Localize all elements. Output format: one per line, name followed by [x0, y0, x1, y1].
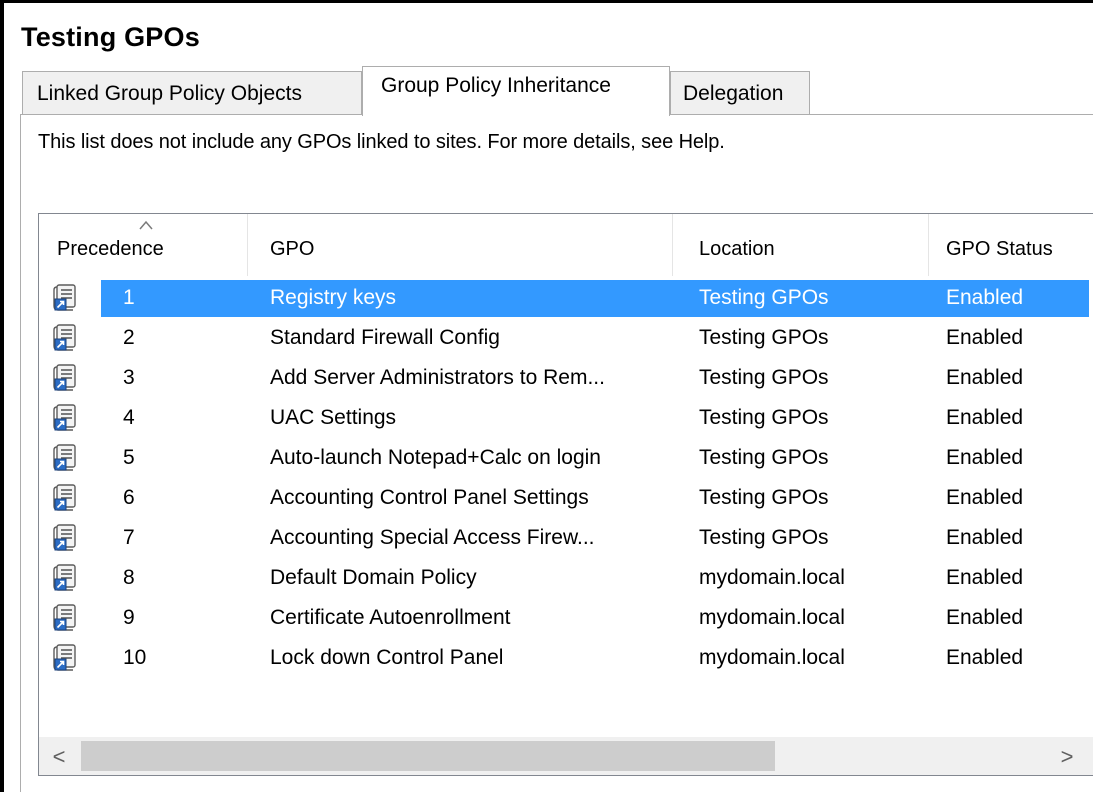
cell-precedence: 1: [123, 286, 135, 309]
column-label: GPO Status: [946, 238, 1053, 260]
cell-gpo-status: Enabled: [946, 646, 1024, 669]
cell-precedence: 10: [123, 646, 147, 669]
cell-precedence: 8: [123, 566, 135, 589]
tab-label: Linked Group Policy Objects: [37, 82, 302, 105]
table-row[interactable]: 10 Lock down Control Panel mydomain.local E…: [39, 638, 1087, 678]
cell-location: mydomain.local: [699, 606, 845, 629]
cell-gpo: Standard Firewall Config: [270, 326, 500, 349]
tab-delegation[interactable]: Delegation: [670, 71, 810, 114]
table-row[interactable]: 1 Registry keys Testing GPOs Enabled: [39, 278, 1089, 318]
cell-location: Testing GPOs: [699, 406, 829, 429]
cell-location: Testing GPOs: [699, 486, 829, 509]
cell-gpo: UAC Settings: [270, 406, 397, 429]
column-header-location[interactable]: Location: [672, 214, 928, 276]
cell-gpo: Default Domain Policy: [270, 566, 477, 589]
tab-panel-left-border: [20, 114, 21, 792]
gpo-scroll-icon: [53, 484, 79, 512]
cell-location: Testing GPOs: [699, 446, 829, 469]
gpo-scroll-icon: [53, 524, 79, 552]
cell-gpo: Accounting Special Access Firew...: [270, 526, 595, 549]
column-label: Location: [699, 238, 775, 260]
cell-gpo: Certificate Autoenrollment: [270, 606, 511, 629]
tab-label: Delegation: [683, 82, 784, 105]
cell-gpo: Lock down Control Panel: [270, 646, 504, 669]
table-row[interactable]: 2 Standard Firewall Config Testing GPOs Ena…: [39, 318, 1087, 358]
gpo-scroll-icon: [53, 284, 79, 312]
table-row[interactable]: 8 Default Domain Policy mydomain.local Enab…: [39, 558, 1087, 598]
cell-location: Testing GPOs: [699, 366, 829, 389]
cell-precedence: 2: [123, 326, 135, 349]
column-label: Precedence: [57, 238, 164, 260]
info-text: This list does not include any GPOs link…: [38, 131, 725, 153]
tab-label: Group Policy Inheritance: [381, 74, 611, 97]
cell-precedence: 9: [123, 606, 135, 629]
column-header-gpo[interactable]: GPO: [247, 214, 672, 276]
cell-gpo-status: Enabled: [946, 486, 1024, 509]
cell-location: Testing GPOs: [699, 526, 829, 549]
cell-gpo-status: Enabled: [946, 566, 1024, 589]
table-row[interactable]: 5 Auto-launch Notepad+Calc on login Testin…: [39, 438, 1087, 478]
cell-precedence: 4: [123, 406, 135, 429]
cell-gpo: Accounting Control Panel Settings: [270, 486, 589, 509]
cell-gpo-status: Enabled: [946, 406, 1024, 429]
gpo-scroll-icon: [53, 444, 79, 472]
column-label: GPO: [270, 238, 315, 260]
cell-precedence: 5: [123, 446, 135, 469]
sort-ascending-icon: [139, 220, 153, 230]
tab-strip: Linked Group Policy Objects Group Policy…: [0, 66, 1093, 116]
table-row[interactable]: 9 Certificate Autoenrollment mydomain.loca…: [39, 598, 1087, 638]
scrollbar-thumb[interactable]: [81, 741, 775, 771]
table-row[interactable]: 4 UAC Settings Testing GPOs Enabled: [39, 398, 1087, 438]
cell-gpo-status: Enabled: [946, 526, 1024, 549]
cell-gpo-status: Enabled: [946, 286, 1024, 309]
table-row[interactable]: 6 Accounting Control Panel Settings Testin…: [39, 478, 1087, 518]
cell-gpo-status: Enabled: [946, 326, 1024, 349]
tab-linked-gpos[interactable]: Linked Group Policy Objects: [22, 71, 362, 114]
gpo-inheritance-list[interactable]: Precedence GPO Location GPO Status 1 Regi…: [38, 213, 1093, 776]
gpo-scroll-icon: [53, 404, 79, 432]
gpo-scroll-icon: [53, 564, 79, 592]
cell-location: Testing GPOs: [699, 286, 829, 309]
cell-gpo-status: Enabled: [946, 366, 1024, 389]
cell-location: mydomain.local: [699, 646, 845, 669]
page-title: Testing GPOs: [21, 22, 200, 52]
column-header-precedence[interactable]: Precedence: [39, 214, 247, 276]
table-row[interactable]: 7 Accounting Special Access Firew... Testi…: [39, 518, 1087, 558]
gpo-scroll-icon: [53, 644, 79, 672]
horizontal-scrollbar[interactable]: < >: [39, 737, 1093, 775]
cell-location: mydomain.local: [699, 566, 845, 589]
selection-highlight: [101, 280, 1089, 317]
list-header: Precedence GPO Location GPO Status: [39, 214, 1093, 276]
table-row[interactable]: 3 Add Server Administrators to Rem... Test…: [39, 358, 1087, 398]
cell-gpo: Add Server Administrators to Rem...: [270, 366, 605, 389]
gpo-scroll-icon: [53, 604, 79, 632]
scroll-right-arrow-icon[interactable]: >: [1047, 738, 1087, 775]
cell-gpo: Auto-launch Notepad+Calc on login: [270, 446, 601, 469]
tab-group-policy-inheritance[interactable]: Group Policy Inheritance: [362, 66, 670, 116]
gpo-scroll-icon: [53, 324, 79, 352]
scroll-left-arrow-icon[interactable]: <: [39, 738, 79, 775]
cell-gpo-status: Enabled: [946, 446, 1024, 469]
cell-location: Testing GPOs: [699, 326, 829, 349]
cell-precedence: 6: [123, 486, 135, 509]
cell-precedence: 7: [123, 526, 135, 549]
cell-gpo-status: Enabled: [946, 606, 1024, 629]
column-header-gpo-status[interactable]: GPO Status: [928, 214, 1093, 276]
gpo-scroll-icon: [53, 364, 79, 392]
cell-precedence: 3: [123, 366, 135, 389]
cell-gpo: Registry keys: [270, 286, 397, 309]
